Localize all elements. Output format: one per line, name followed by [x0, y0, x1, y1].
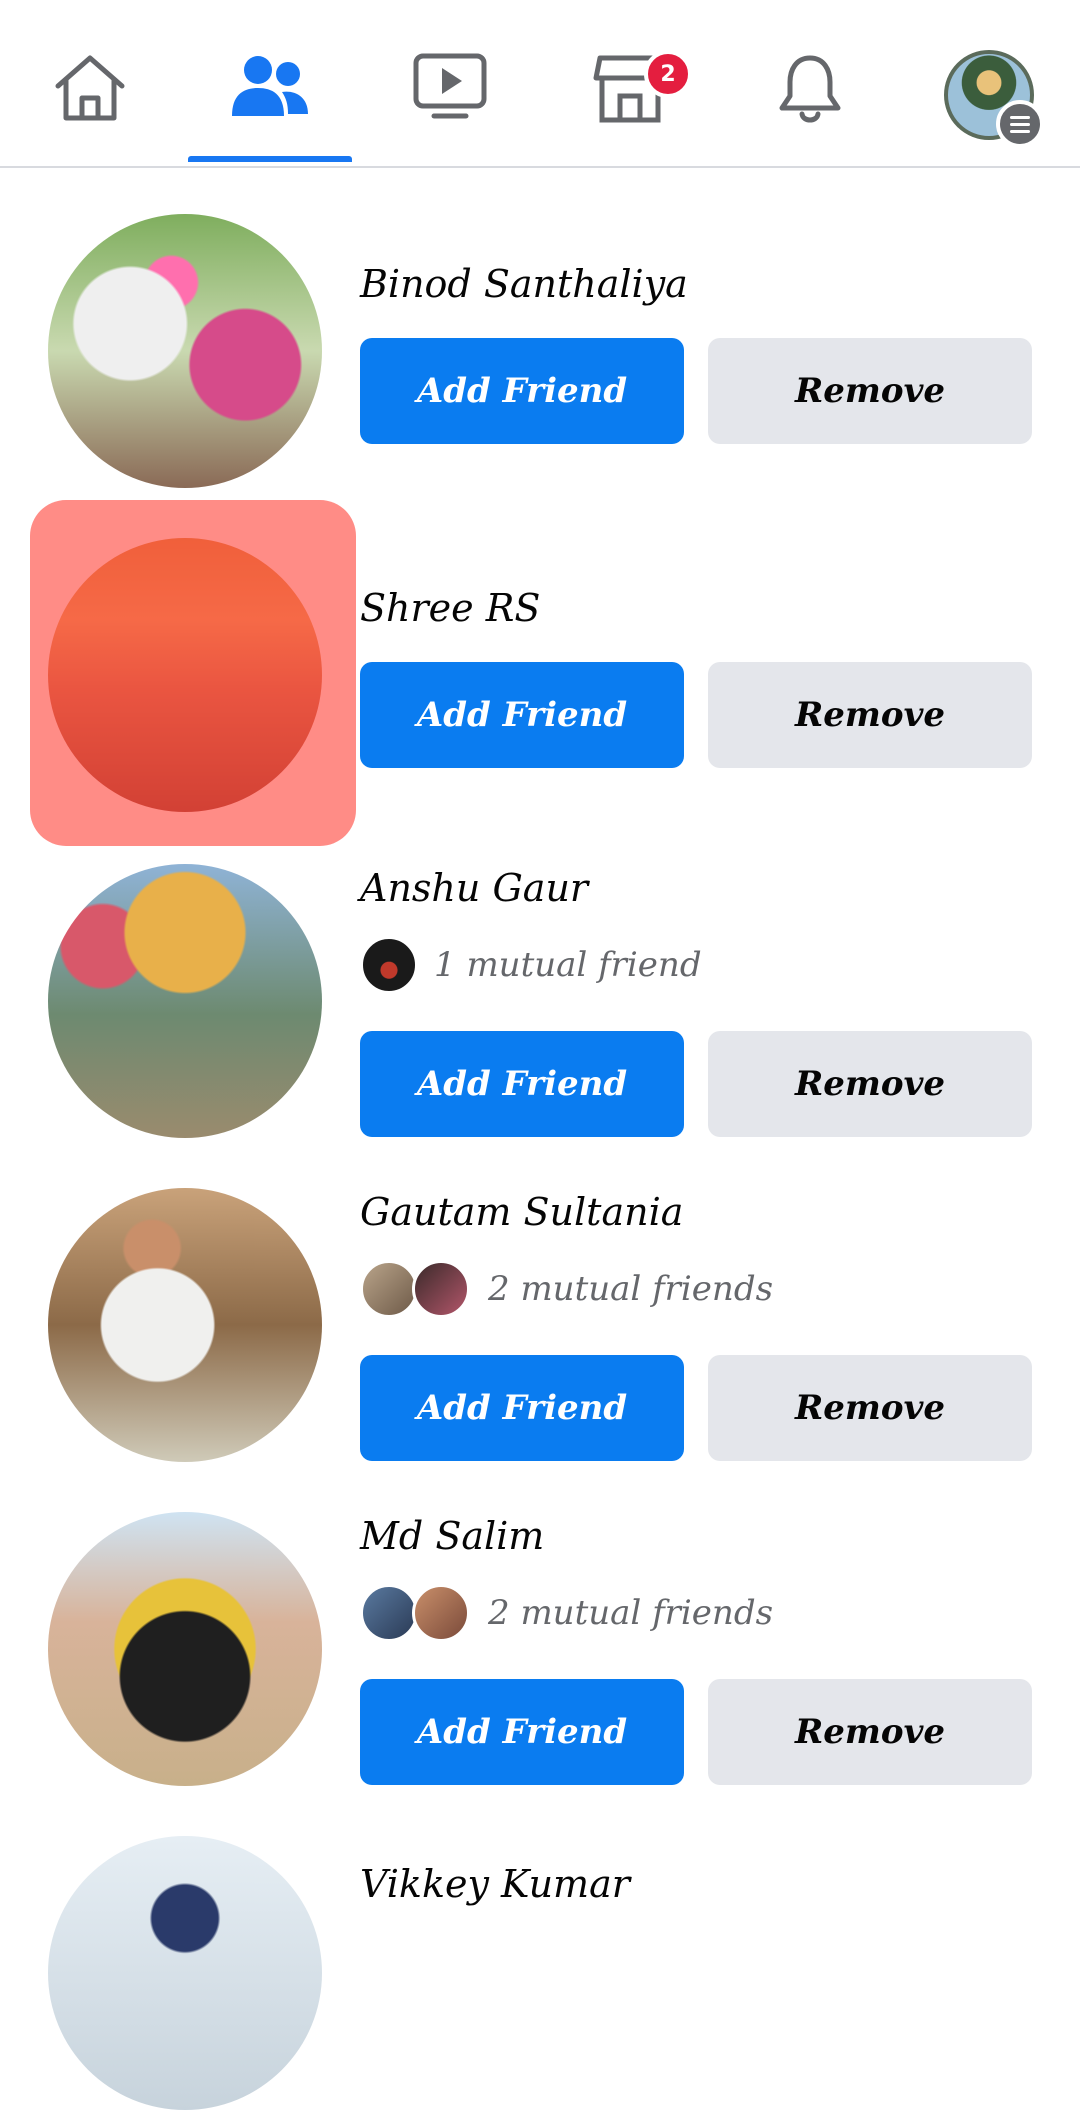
avatar[interactable] [48, 864, 322, 1138]
tab-notifications[interactable] [740, 30, 880, 160]
mutual-friend-avatar [412, 1260, 470, 1318]
add-friend-button[interactable]: Add Friend [360, 1031, 684, 1137]
mutual-friend-avatar [412, 1584, 470, 1642]
mutual-friend-avatar [360, 1260, 418, 1318]
top-navigation-bar: 2 [0, 0, 1080, 168]
home-icon [55, 55, 125, 121]
tab-friends[interactable] [188, 30, 352, 162]
menu-icon[interactable] [996, 100, 1044, 148]
remove-button[interactable]: Remove [708, 1355, 1032, 1461]
avatar[interactable] [48, 214, 322, 488]
suggestion-name[interactable]: Anshu Gaur [360, 866, 588, 910]
suggestion-name[interactable]: Shree RS [360, 586, 540, 630]
suggestion-name[interactable]: Gautam Sultania [360, 1190, 683, 1234]
tab-marketplace[interactable]: 2 [560, 30, 700, 160]
mutual-friend-avatar [360, 1584, 418, 1642]
remove-button[interactable]: Remove [708, 1031, 1032, 1137]
remove-button[interactable]: Remove [708, 1679, 1032, 1785]
friends-icon [232, 56, 308, 116]
avatar[interactable] [48, 1188, 322, 1462]
tab-home[interactable] [20, 30, 160, 160]
suggestion-name[interactable]: Vikkey Kumar [360, 1862, 630, 1906]
marketplace-badge: 2 [644, 50, 692, 98]
add-friend-button[interactable]: Add Friend [360, 662, 684, 768]
avatar[interactable] [48, 1836, 322, 2110]
avatar[interactable] [48, 1512, 322, 1786]
mutual-friend-avatar [360, 936, 418, 994]
suggestion-name[interactable]: Md Salim [360, 1514, 544, 1558]
video-icon [413, 53, 487, 119]
tab-watch[interactable] [380, 30, 520, 160]
mutual-friends-label[interactable]: 1 mutual friend [434, 945, 702, 985]
add-friend-button[interactable]: Add Friend [360, 1355, 684, 1461]
mutual-friends: 2 mutual friends [360, 1258, 773, 1320]
add-friend-button[interactable]: Add Friend [360, 1679, 684, 1785]
suggestion-name[interactable]: Binod Santhaliya [360, 262, 688, 306]
add-friend-button[interactable]: Add Friend [360, 338, 684, 444]
avatar[interactable] [48, 538, 322, 812]
mutual-friends: 1 mutual friend [360, 934, 702, 996]
remove-button[interactable]: Remove [708, 662, 1032, 768]
bell-icon [779, 55, 841, 123]
mutual-friends-label[interactable]: 2 mutual friends [488, 1269, 773, 1309]
mutual-friends-label[interactable]: 2 mutual friends [488, 1593, 773, 1633]
remove-button[interactable]: Remove [708, 338, 1032, 444]
mutual-friends: 2 mutual friends [360, 1582, 773, 1644]
